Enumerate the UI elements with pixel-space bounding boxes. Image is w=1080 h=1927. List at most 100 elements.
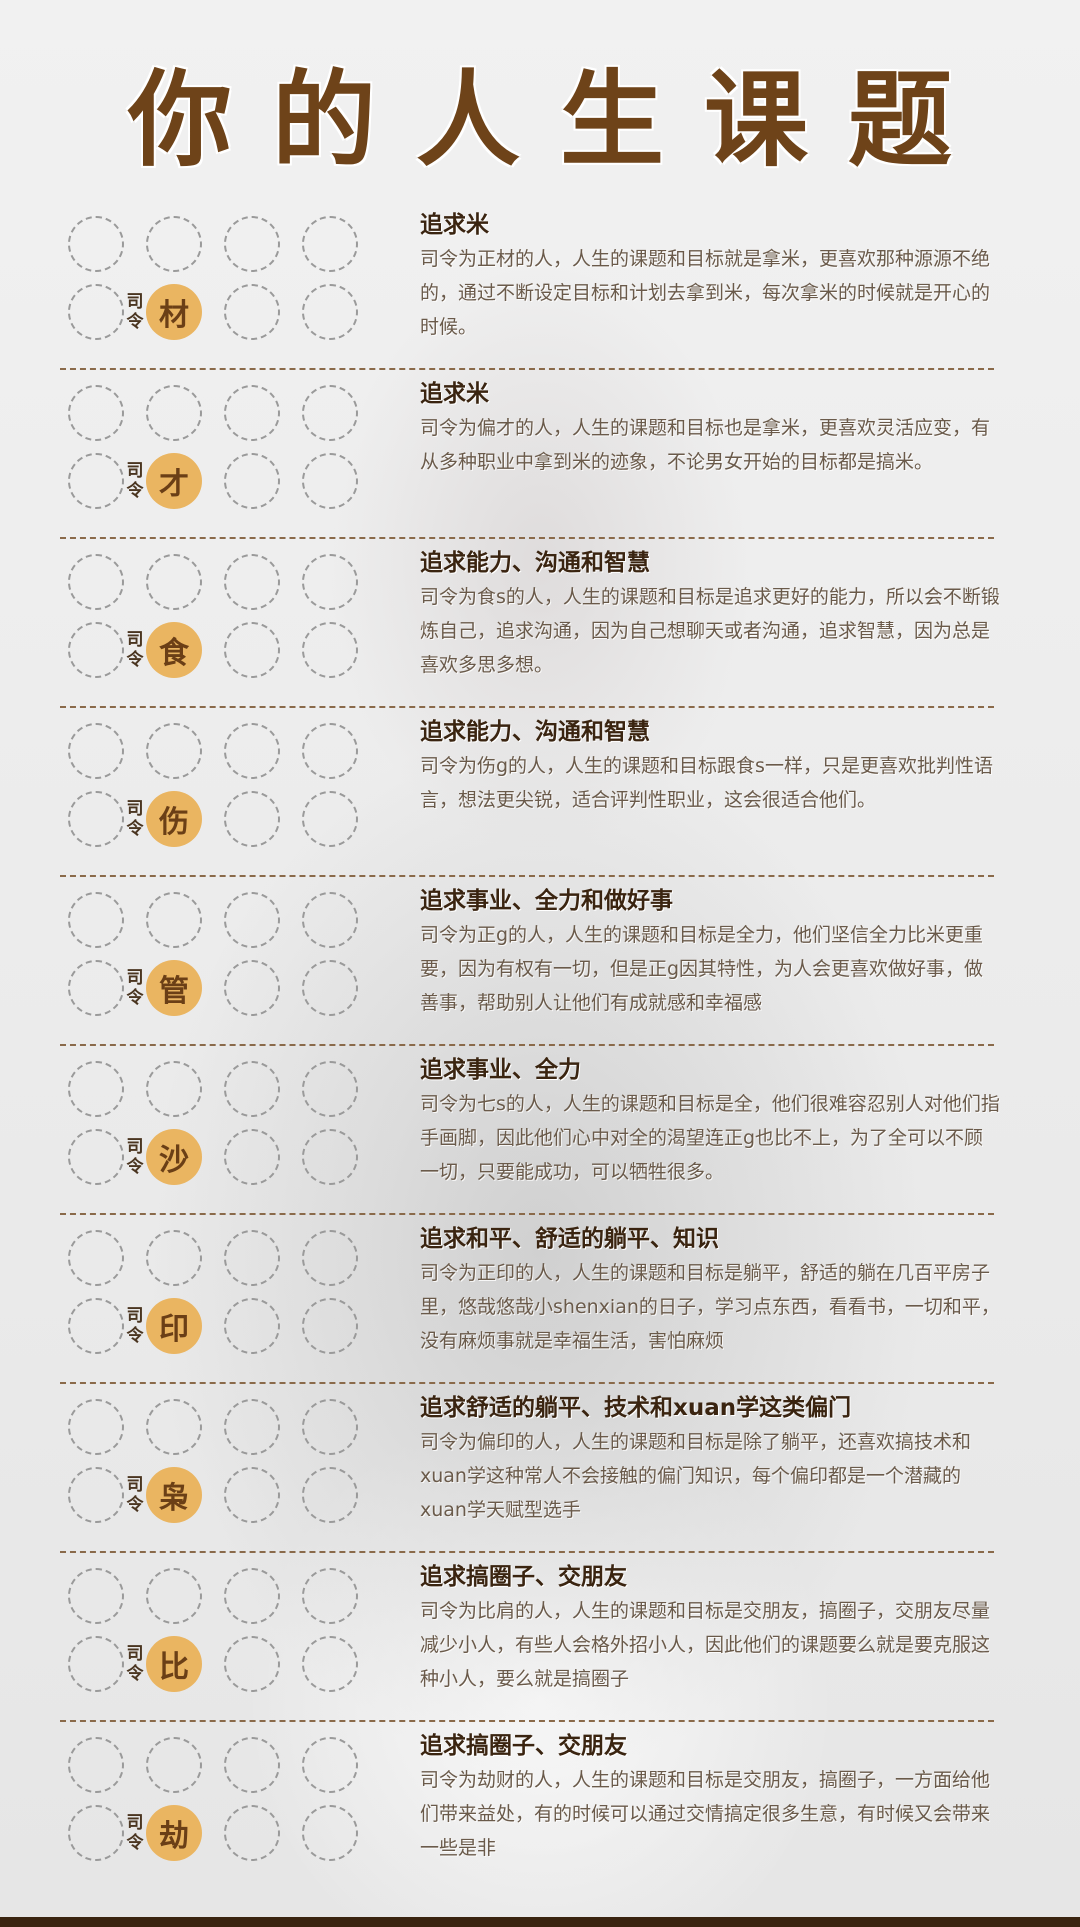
empty-pillar-circle	[224, 1805, 280, 1861]
lesson-content: 追求事业、全力 司令为七s的人，人生的课题和目标是全，他们很难容忍别人对他们指手画…	[420, 1053, 1000, 1189]
empty-pillar-circle	[302, 622, 358, 678]
empty-pillar-circle	[302, 960, 358, 1016]
lesson-content: 追求舒适的躺平、技术和xuan学这类偏门司令为偏印的人，人生的课题和目标是除了躺…	[420, 1391, 1000, 1527]
empty-pillar-circle	[224, 1399, 280, 1455]
empty-pillar-circle	[302, 284, 358, 340]
empty-pillar-circle	[68, 1129, 124, 1185]
empty-pillar-circle	[302, 1636, 358, 1692]
empty-pillar-circle	[146, 1568, 202, 1624]
empty-pillar-circle	[68, 1298, 124, 1354]
empty-pillar-circle	[302, 1129, 358, 1185]
empty-pillar-circle	[302, 1805, 358, 1861]
lesson-description: 司令为正印的人，人生的课题和目标是躺平，舒适的躺在几百平房子里，悠哉悠哉小she…	[420, 1262, 1000, 1352]
lesson-section: 比司令 追求搞圈子、交朋友司令为比肩的人，人生的课题和目标是交朋友，搞圈子，交朋友…	[60, 1552, 994, 1722]
chart-grid: 才司令	[60, 369, 380, 537]
chart-grid: 材司令	[60, 200, 380, 368]
empty-pillar-circle	[224, 1129, 280, 1185]
lesson-section: 材司令 追求米司令为正材的人，人生的课题和目标就是拿米，更喜欢那种源源不绝的，通过…	[60, 200, 994, 370]
chart-grid: 食司令	[60, 538, 380, 706]
role-label: 司令	[126, 1813, 144, 1853]
role-label: 司令	[126, 1137, 144, 1177]
star-badge: 伤	[146, 791, 202, 847]
empty-pillar-circle	[224, 453, 280, 509]
empty-pillar-circle	[68, 1805, 124, 1861]
empty-pillar-circle	[224, 892, 280, 948]
star-badge: 印	[146, 1298, 202, 1354]
lesson-section: 管司令 追求事业、全力和做好事 司令为正g的人，人生的课题和目标是全力，他们坚信全力…	[60, 876, 994, 1046]
lesson-section: 沙司令 追求事业、全力 司令为七s的人，人生的课题和目标是全，他们很难容忍别人对他们…	[60, 1045, 1000, 1215]
empty-pillar-circle	[68, 385, 124, 441]
lesson-section: 伤司令 追求能力、沟通和智慧司令为伤g的人，人生的课题和目标跟食s一样，只是更喜欢…	[60, 707, 994, 877]
lesson-description: 司令为正材的人，人生的课题和目标就是拿米，更喜欢那种源源不绝的，通过不断设定目标…	[420, 248, 991, 338]
empty-pillar-circle	[146, 1399, 202, 1455]
empty-pillar-circle	[224, 1298, 280, 1354]
lesson-heading: 追求搞圈子、交朋友	[420, 1564, 627, 1590]
page-title: 你的人生课题	[127, 59, 992, 181]
empty-pillar-circle	[302, 723, 358, 779]
empty-pillar-circle	[68, 1737, 124, 1793]
lesson-description: 司令为比肩的人，人生的课题和目标是交朋友，搞圈子，交朋友尽量减少小人，有些人会格…	[420, 1600, 991, 1690]
empty-pillar-circle	[224, 1230, 280, 1286]
empty-pillar-circle	[224, 1061, 280, 1117]
empty-pillar-circle	[302, 453, 358, 509]
lesson-heading: 追求舒适的躺平、技术和xuan学这类偏门	[420, 1395, 852, 1421]
role-label: 司令	[126, 799, 144, 839]
empty-pillar-circle	[302, 892, 358, 948]
empty-pillar-circle	[68, 1061, 124, 1117]
chart-grid: 比司令	[60, 1552, 380, 1720]
empty-pillar-circle	[146, 385, 202, 441]
empty-pillar-circle	[302, 1568, 358, 1624]
lesson-content: 追求米司令为正材的人，人生的课题和目标就是拿米，更喜欢那种源源不绝的，通过不断设…	[420, 208, 1000, 344]
empty-pillar-circle	[146, 1737, 202, 1793]
empty-pillar-circle	[302, 1230, 358, 1286]
lesson-content: 追求搞圈子、交朋友司令为比肩的人，人生的课题和目标是交朋友，搞圈子，交朋友尽量减…	[420, 1560, 1000, 1696]
empty-pillar-circle	[68, 453, 124, 509]
role-label: 司令	[126, 630, 144, 670]
star-badge: 材	[146, 284, 202, 340]
bottom-bar	[0, 1917, 1080, 1927]
lesson-description: 司令为伤g的人，人生的课题和目标跟食s一样，只是更喜欢批判性语言，想法更尖锐，适…	[420, 755, 993, 811]
lesson-content: 追求事业、全力和做好事 司令为正g的人，人生的课题和目标是全力，他们坚信全力比米更…	[420, 884, 1000, 1020]
empty-pillar-circle	[68, 622, 124, 678]
lesson-heading: 追求米	[420, 381, 489, 407]
lesson-heading: 追求米	[420, 212, 489, 238]
chart-grid: 印司令	[60, 1214, 380, 1382]
lesson-content: 追求搞圈子、交朋友 司令为劫财的人，人生的课题和目标是交朋友，搞圈子，一方面给他们…	[420, 1729, 1000, 1865]
empty-pillar-circle	[146, 723, 202, 779]
role-label: 司令	[126, 1306, 144, 1346]
star-badge: 比	[146, 1636, 202, 1692]
empty-pillar-circle	[68, 284, 124, 340]
empty-pillar-circle	[224, 1737, 280, 1793]
empty-pillar-circle	[302, 1467, 358, 1523]
lesson-content: 追求米司令为偏才的人，人生的课题和目标也是拿米，更喜欢灵活应变，有从多种职业中拿…	[420, 377, 1000, 479]
empty-pillar-circle	[68, 791, 124, 847]
chart-grid: 劫司令	[60, 1721, 380, 1889]
role-label: 司令	[126, 1644, 144, 1684]
empty-pillar-circle	[224, 791, 280, 847]
empty-pillar-circle	[224, 216, 280, 272]
lesson-heading: 追求能力、沟通和智慧	[420, 719, 650, 745]
lesson-section: 印司令 追求和平、舒适的躺平、知识 司令为正印的人，人生的课题和目标是躺平，舒适的躺…	[60, 1214, 1000, 1384]
empty-pillar-circle	[302, 1061, 358, 1117]
empty-pillar-circle	[224, 723, 280, 779]
empty-pillar-circle	[302, 1298, 358, 1354]
lesson-description: 司令为正g的人，人生的课题和目标是全力，他们坚信全力比米更重要，因为有权有一切，…	[420, 924, 984, 1014]
empty-pillar-circle	[302, 216, 358, 272]
lesson-description: 司令为偏印的人，人生的课题和目标是除了躺平，还喜欢搞技术和xuan学这种常人不会…	[420, 1431, 972, 1521]
empty-pillar-circle	[224, 385, 280, 441]
lesson-description: 司令为偏才的人，人生的课题和目标也是拿米，更喜欢灵活应变，有从多种职业中拿到米的…	[420, 417, 991, 473]
lesson-description: 司令为劫财的人，人生的课题和目标是交朋友，搞圈子，一方面给他们带来益处，有的时候…	[420, 1769, 991, 1859]
empty-pillar-circle	[224, 554, 280, 610]
empty-pillar-circle	[146, 1061, 202, 1117]
empty-pillar-circle	[68, 1636, 124, 1692]
empty-pillar-circle	[224, 1467, 280, 1523]
empty-pillar-circle	[302, 791, 358, 847]
role-label: 司令	[126, 1475, 144, 1515]
star-badge: 沙	[146, 1129, 202, 1185]
empty-pillar-circle	[146, 1230, 202, 1286]
empty-pillar-circle	[68, 892, 124, 948]
star-badge: 食	[146, 622, 202, 678]
empty-pillar-circle	[224, 1636, 280, 1692]
empty-pillar-circle	[224, 284, 280, 340]
star-badge: 枭	[146, 1467, 202, 1523]
